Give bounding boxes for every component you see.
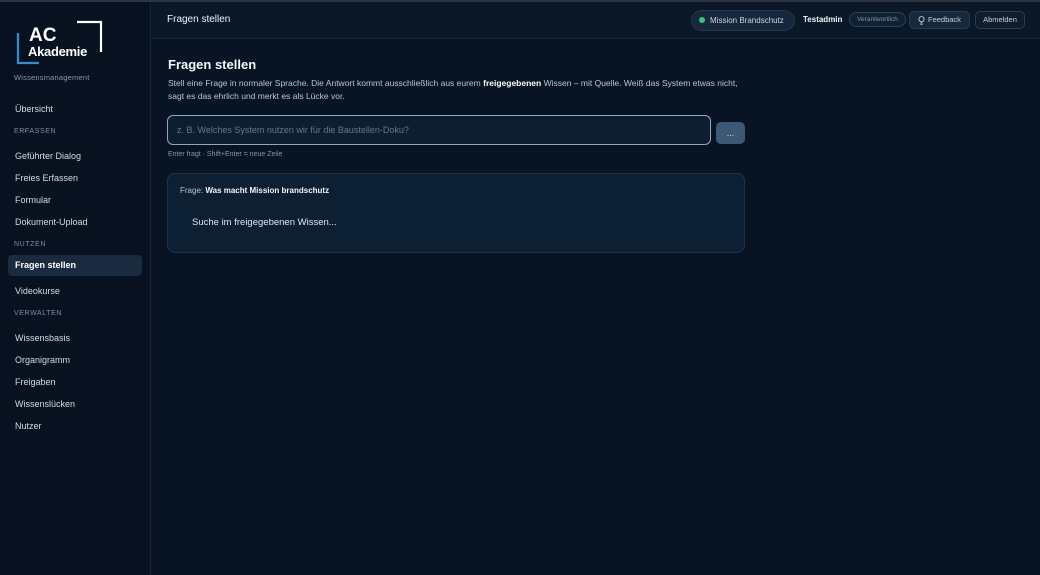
sidebar-item-dokument-upload[interactable]: Dokument-Upload [8,212,142,233]
logo-text-ac: AC [29,25,57,46]
feedback-label: Feedback [928,15,961,24]
question-echo: Frage: Was macht Mission brandschutz [180,186,329,195]
page-title: Fragen stellen [168,57,257,72]
sidebar-section-nutzen: NUTZEN [14,241,46,248]
input-hint: Enter fragt · Shift+Enter = neue Zeile [168,151,283,158]
question-text: Was macht Mission brandschutz [205,186,330,195]
mission-selector[interactable]: Mission Brandschutz [691,10,795,31]
question-input[interactable] [167,115,711,145]
answer-card: Frage: Was macht Mission brandschutz Suc… [167,173,745,253]
logout-button[interactable]: Abmelden [975,11,1025,29]
sidebar-section-verwalten: VERWALTEN [14,310,63,317]
brand-subtitle: Wissensmanagement [14,73,90,82]
header-title: Fragen stellen [167,14,231,25]
sidebar-item-wissensbasis[interactable]: Wissensbasis [8,328,142,349]
sidebar-item-fragen-stellen[interactable]: Fragen stellen [8,255,142,276]
send-question-button[interactable]: ... [716,122,745,144]
sidebar-item-freies-erfassen[interactable]: Freies Erfassen [8,168,142,189]
sidebar: AC Akademie Wissensmanagement Übersicht … [0,2,151,575]
lightbulb-icon [918,16,925,25]
brand-logo: AC Akademie [16,20,103,65]
sidebar-item-freigaben[interactable]: Freigaben [8,372,142,393]
logo-text-akademie: Akademie [28,44,87,59]
sidebar-section-erfassen: ERFASSEN [14,128,57,135]
sidebar-item-gefuehrter-dialog[interactable]: Geführter Dialog [8,146,142,167]
role-badge: Verantwortlich [849,12,906,27]
mission-label: Mission Brandschutz [710,16,784,25]
search-status: Suche im freigegebenen Wissen... [192,217,337,228]
sidebar-item-uebersicht[interactable]: Übersicht [8,99,142,120]
sidebar-item-wissensluecken[interactable]: Wissenslücken [8,394,142,415]
sidebar-item-organigramm[interactable]: Organigramm [8,350,142,371]
top-header: Fragen stellen Mission Brandschutz Testa… [152,2,1040,39]
status-dot-icon [699,17,705,23]
question-prefix: Frage: [180,186,204,195]
user-name: Testadmin [803,15,843,24]
intro-text: Stell eine Frage in normaler Sprache. Di… [168,77,748,103]
sidebar-item-nutzer[interactable]: Nutzer [8,416,142,437]
sidebar-item-videokurse[interactable]: Videokurse [8,281,142,302]
feedback-button[interactable]: Feedback [909,11,970,29]
intro-text-bold: freigegebenen [483,78,542,88]
sidebar-item-formular[interactable]: Formular [8,190,142,211]
intro-text-part1: Stell eine Frage in normaler Sprache. Di… [168,78,484,88]
